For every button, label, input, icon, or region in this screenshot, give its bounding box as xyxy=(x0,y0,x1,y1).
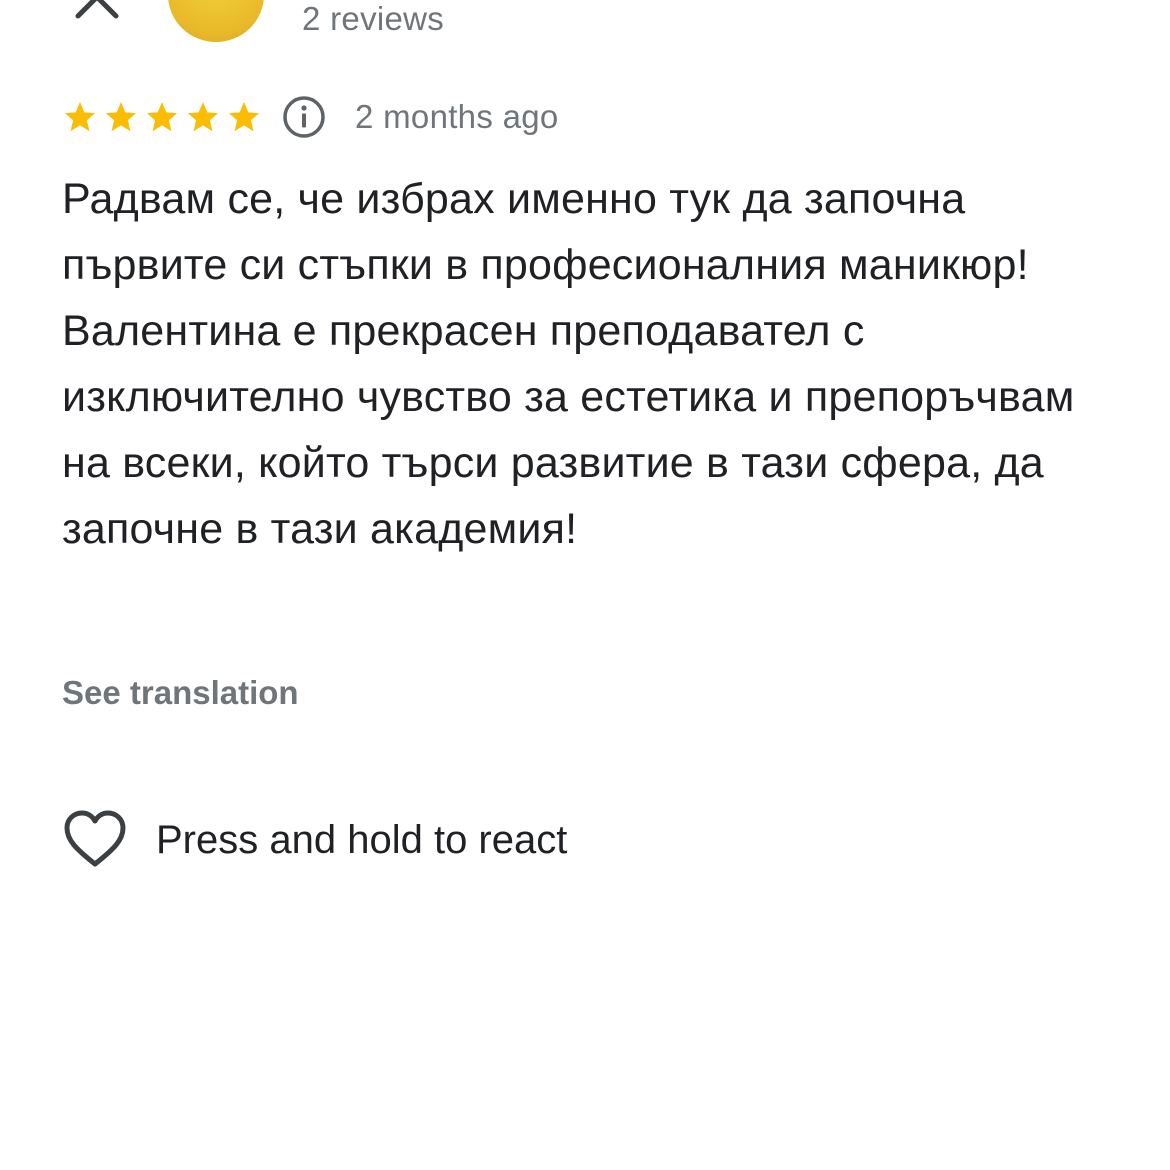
see-translation-link[interactable]: See translation xyxy=(62,674,299,712)
close-icon[interactable] xyxy=(70,0,126,34)
heart-outline-icon xyxy=(64,810,126,867)
star-icon xyxy=(147,102,177,132)
review-body-text: Радвам се, че избрах именно тук да започ… xyxy=(62,175,1075,553)
react-button[interactable]: Press and hold to react xyxy=(62,808,567,872)
rating-row: 2 months ago xyxy=(62,92,559,142)
info-icon[interactable] xyxy=(281,94,327,140)
react-label: Press and hold to react xyxy=(156,817,568,862)
star-icon xyxy=(229,102,259,132)
review-time-ago: 2 months ago xyxy=(355,98,559,135)
star-icon xyxy=(65,102,95,132)
star-icon xyxy=(106,102,136,132)
star-icon xyxy=(188,102,218,132)
reviewer-reviews-count[interactable]: 2 reviews xyxy=(302,0,444,38)
avatar[interactable] xyxy=(168,0,264,42)
star-rating xyxy=(62,99,267,135)
